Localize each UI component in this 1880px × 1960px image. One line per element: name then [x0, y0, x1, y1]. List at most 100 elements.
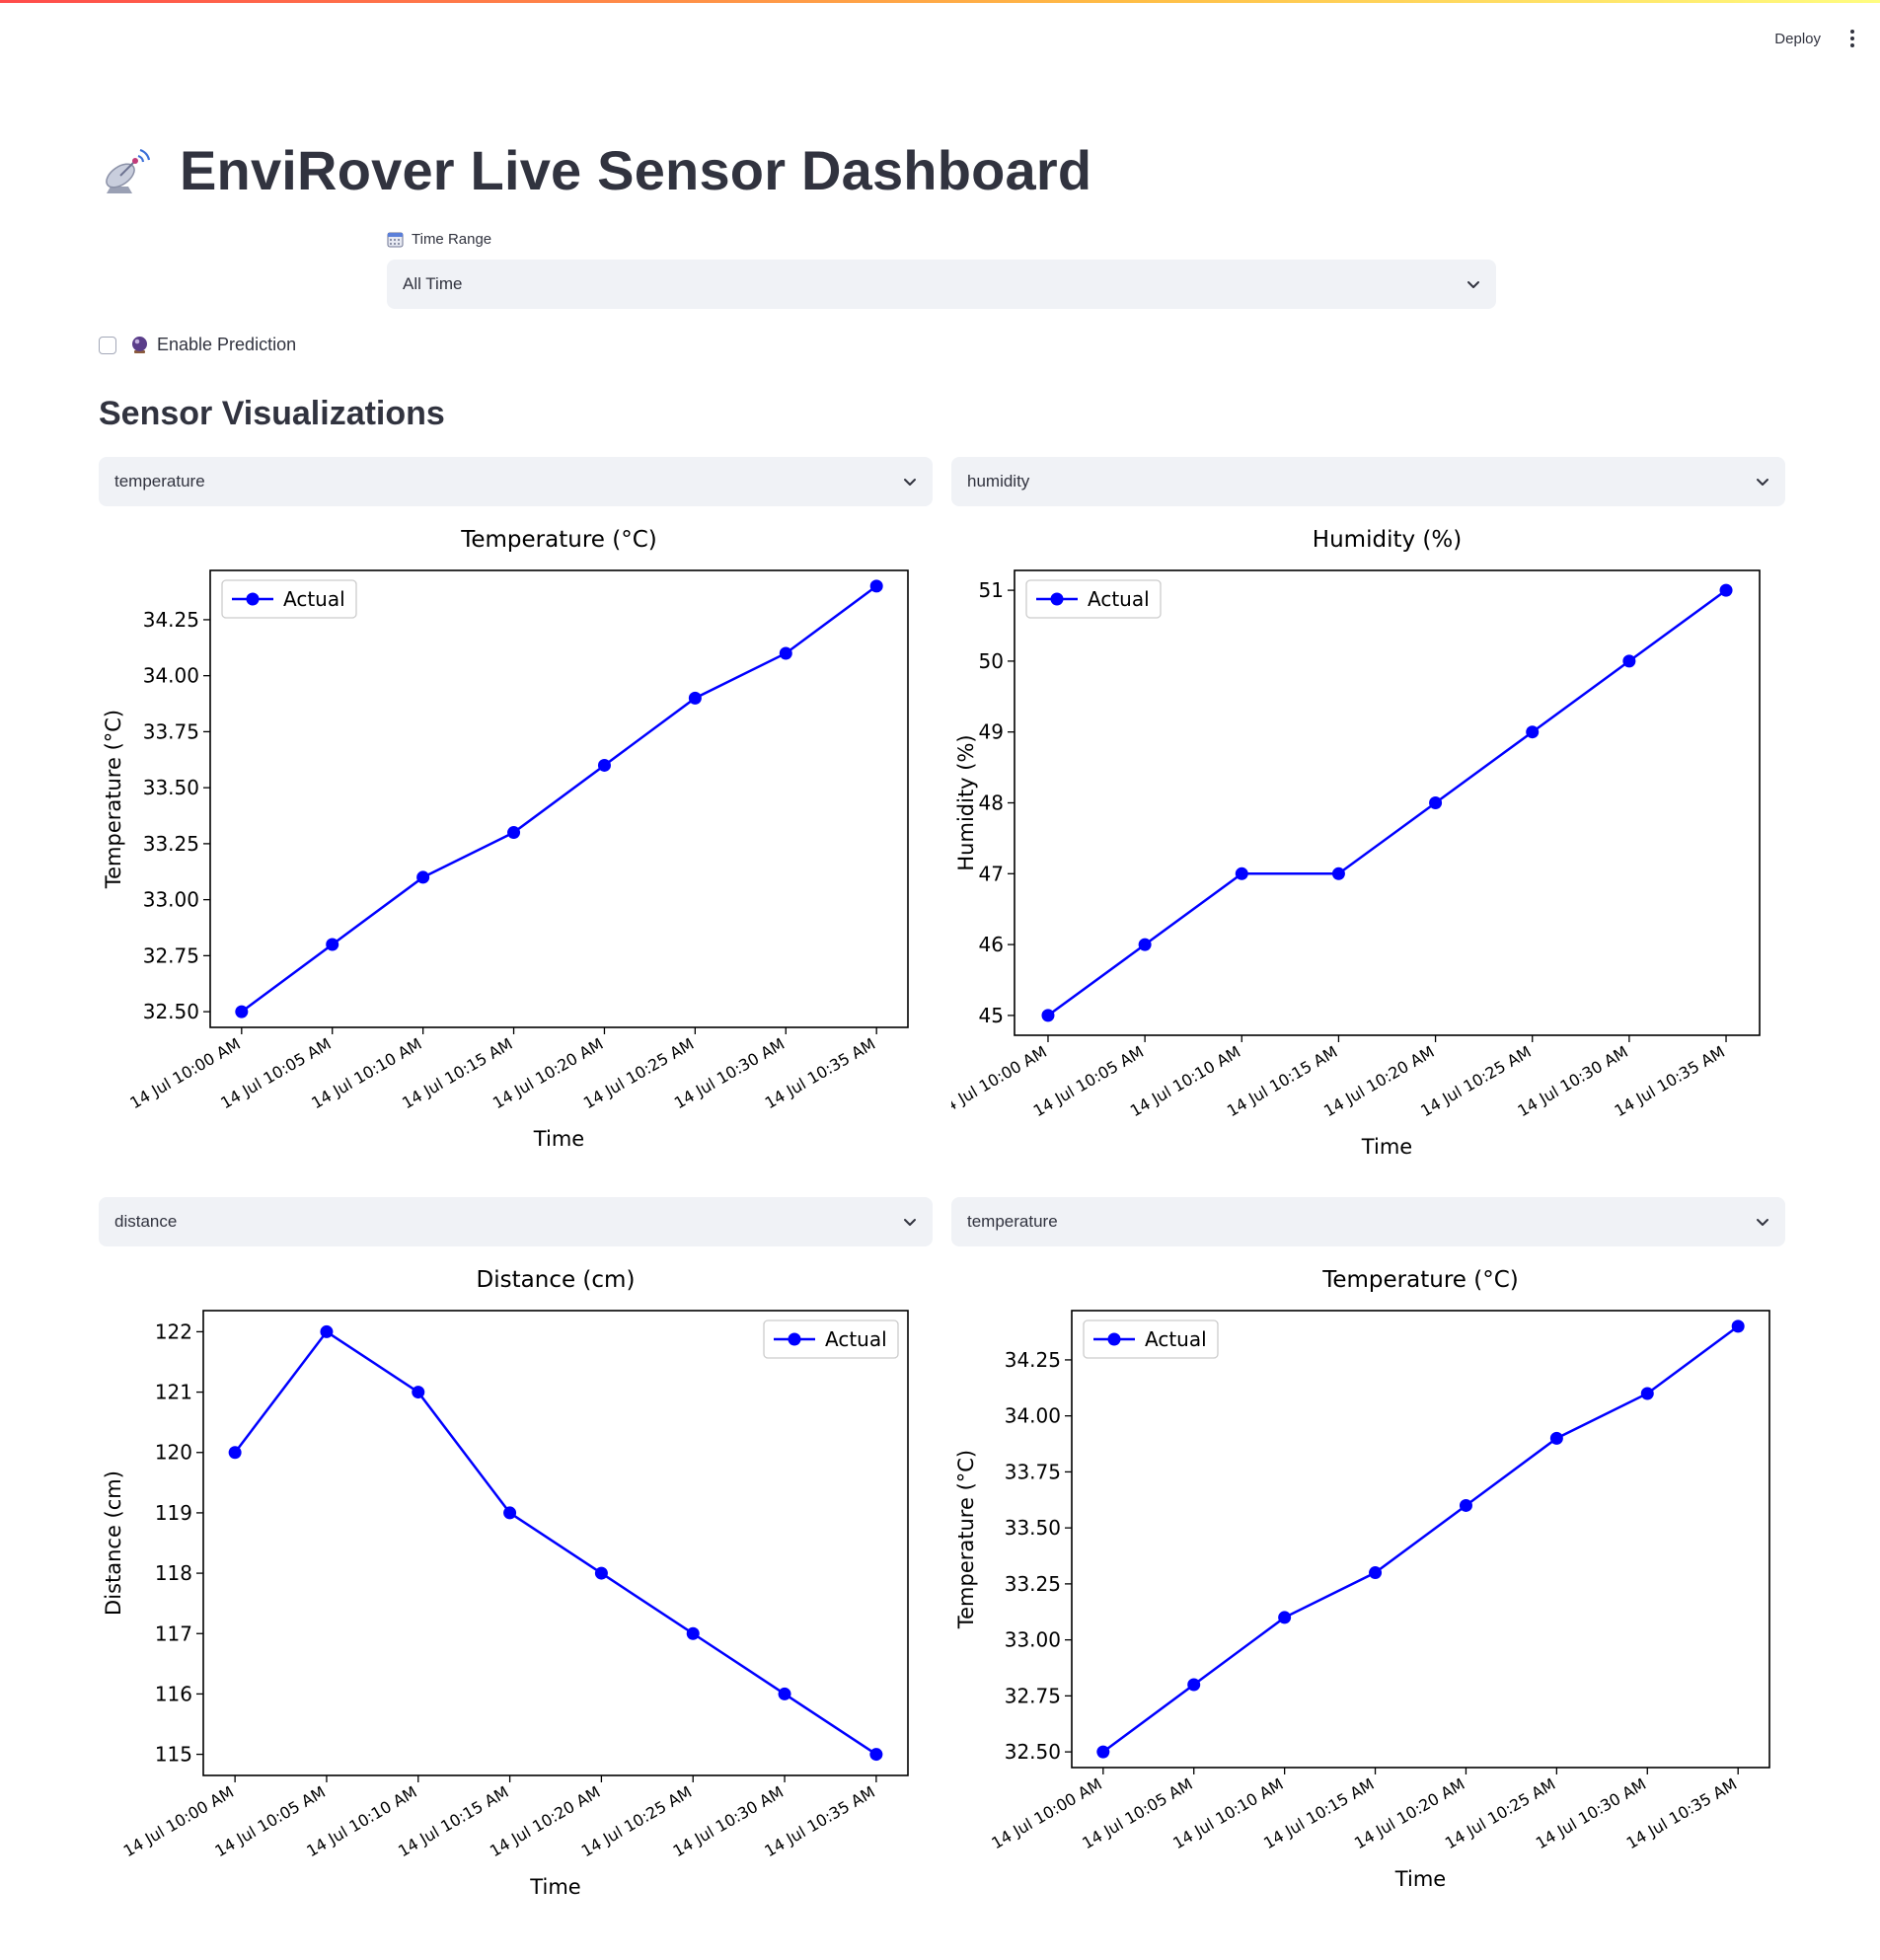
sensor-select-4[interactable]: temperature: [951, 1197, 1785, 1246]
sensor-select-2-value: humidity: [967, 472, 1030, 490]
chart-3-data-point: [1549, 1431, 1563, 1445]
chart-0-data-point: [869, 579, 883, 593]
chart-0-data-point: [779, 646, 792, 660]
chart-0-x-axis-label: Time: [533, 1127, 584, 1151]
chart-0-data-point: [416, 870, 430, 884]
chart-0-data-point: [507, 826, 521, 840]
chart-2-x-axis-label: Time: [529, 1875, 580, 1899]
chart-1-ytick-label: 45: [979, 1004, 1004, 1027]
chart-0-data-point: [235, 1005, 249, 1018]
sensor-select-1[interactable]: temperature: [99, 457, 933, 506]
sensor-select-3[interactable]: distance: [99, 1197, 933, 1246]
chart-0-data-point: [597, 758, 611, 772]
chart-3-ytick-label: 33.00: [1005, 1628, 1061, 1652]
chart-3-ytick-label: 33.25: [1005, 1572, 1061, 1596]
chart-0-ytick-label: 33.00: [143, 888, 199, 912]
chart-2-data-point: [320, 1324, 334, 1338]
chevron-down-icon: [904, 478, 916, 486]
sensor-select-panel-1: temperature: [99, 457, 933, 506]
chart-2-y-axis-label: Distance (cm): [102, 1470, 125, 1616]
chart-1-data-point: [1235, 867, 1248, 880]
chart-1-ytick-label: 48: [979, 792, 1004, 815]
chart-2-title: Distance (cm): [477, 1267, 636, 1293]
chart-1-x-axis-label: Time: [1361, 1135, 1412, 1159]
time-range-label-text: Time Range: [412, 231, 492, 248]
main-menu-icon[interactable]: [1844, 26, 1860, 51]
sensor-select-1-value: temperature: [114, 472, 205, 490]
chart-1-title: Humidity (%): [1313, 527, 1462, 553]
chart-2-data-point: [869, 1748, 883, 1762]
chart-2-data-point: [228, 1446, 242, 1460]
chart-3-data-point: [1278, 1611, 1292, 1624]
page-title-text: EnviRover Live Sensor Dashboard: [180, 139, 1092, 201]
chart-1-ytick-label: 50: [979, 649, 1004, 673]
chart-3-y-axis-label: Temperature (°C): [954, 1450, 978, 1629]
chart-2-legend-marker: [788, 1332, 801, 1346]
chart-1-ytick-label: 49: [979, 720, 1004, 744]
chart-2-ytick-label: 117: [155, 1621, 192, 1645]
chevron-down-icon: [1757, 1218, 1768, 1226]
chart-1-ytick-label: 51: [979, 578, 1004, 602]
deploy-button[interactable]: Deploy: [1772, 27, 1823, 51]
chart-3-ytick-label: 34.25: [1005, 1348, 1061, 1372]
enable-prediction-text: Enable Prediction: [157, 335, 297, 354]
sensor-select-panel-4: temperature: [951, 1197, 1785, 1246]
crystal-ball-icon: [132, 337, 147, 353]
calendar-icon: [387, 232, 404, 248]
chart-1-data-point: [1622, 654, 1636, 668]
chart-2-ytick-label: 116: [155, 1682, 192, 1705]
chart-0-y-axis-label: Temperature (°C): [102, 710, 125, 889]
chart-1-legend-marker: [1050, 592, 1064, 606]
chart-1-data-point: [1138, 938, 1152, 951]
chart-0-ytick-label: 33.75: [143, 719, 199, 743]
chart-3-x-axis-label: Time: [1394, 1867, 1446, 1891]
distance-chart: Distance (cm)11511611711811912012112214 …: [102, 1267, 909, 1899]
chart-0-title: Temperature (°C): [460, 527, 657, 553]
chart-0-ytick-label: 33.50: [143, 776, 199, 799]
chart-0-legend-label: Actual: [283, 587, 345, 611]
chart-2-ytick-label: 118: [155, 1561, 192, 1585]
chart-0-ytick-label: 32.50: [143, 1000, 199, 1023]
satellite-dish-icon: [106, 148, 151, 193]
chart-1-data-point: [1429, 796, 1443, 809]
chart-3-data-point: [1187, 1678, 1201, 1692]
header-actions: Deploy: [1772, 26, 1860, 51]
chart-2-data-point: [412, 1386, 425, 1399]
chart-1-ytick-label: 47: [979, 862, 1004, 885]
enable-prediction-label[interactable]: Enable Prediction: [130, 335, 296, 355]
chart-2-ytick-label: 120: [155, 1441, 192, 1465]
humidity-chart: Humidity (%)4546474849505114 Jul 10:00 A…: [951, 527, 1761, 1159]
time-range-field: Time Range All Time: [387, 231, 1496, 309]
chart-0-ytick-label: 32.75: [143, 943, 199, 967]
sensor-select-2[interactable]: humidity: [951, 457, 1785, 506]
enable-prediction-checkbox[interactable]: [99, 336, 116, 354]
chart-3-ytick-label: 32.75: [1005, 1684, 1061, 1707]
chart-0-ytick-label: 34.25: [143, 608, 199, 632]
time-range-select[interactable]: All Time: [387, 260, 1496, 309]
chart-1-series-line: [1047, 589, 1727, 1017]
chart-3-legend-marker: [1107, 1332, 1121, 1346]
chevron-down-icon: [904, 1218, 916, 1226]
top-decoration-bar: [0, 0, 1880, 3]
sensor-select-4-value: temperature: [967, 1212, 1058, 1231]
chart-1-y-axis-label: Humidity (%): [954, 734, 978, 870]
chart-3-ytick-label: 34.00: [1005, 1404, 1061, 1428]
chart-1-legend-label: Actual: [1088, 587, 1150, 611]
chart-0-data-point: [688, 691, 702, 705]
page-title: EnviRover Live Sensor Dashboard: [99, 138, 1091, 202]
enable-prediction-row: Enable Prediction: [99, 335, 296, 355]
chart-3-data-point: [1640, 1387, 1654, 1400]
chart-2-data-point: [594, 1566, 608, 1580]
chart-3-ytick-label: 33.50: [1005, 1516, 1061, 1540]
chart-3-data-point: [1369, 1566, 1383, 1580]
chart-2-ytick-label: 121: [155, 1381, 192, 1404]
temperature-chart-2: Temperature (°C) 32.50 32.75 33.00 33.25 33.5…: [954, 1267, 1770, 1891]
chart-1-data-point: [1331, 867, 1345, 880]
chart-0-ytick-label: 34.00: [143, 664, 199, 688]
temperature-chart: Temperature (°C) 32.50 32.75 33.00 33.25 33.5…: [102, 527, 909, 1151]
chart-3-data-point: [1731, 1319, 1745, 1333]
sensor-select-3-value: distance: [114, 1212, 178, 1231]
chart-3-title: Temperature (°C): [1321, 1267, 1519, 1293]
chevron-down-icon: [1757, 478, 1768, 486]
chart-2-ytick-label: 115: [155, 1743, 192, 1767]
